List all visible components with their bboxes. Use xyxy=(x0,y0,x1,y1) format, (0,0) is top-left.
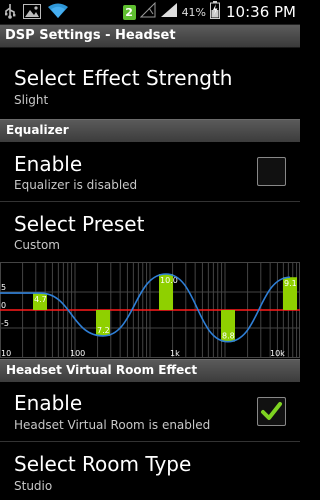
eq-preset-preference[interactable]: Select Preset Custom xyxy=(0,202,300,260)
room-enable-summary: Headset Virtual Room is enabled xyxy=(14,418,211,432)
signal-off-icon xyxy=(139,1,156,22)
eq-preset-title: Select Preset xyxy=(14,212,145,236)
room-enable-title: Enable xyxy=(14,391,83,415)
status-bar: 2 41% 10:36 PM xyxy=(0,0,300,25)
signal-icon xyxy=(160,2,178,22)
usb-icon xyxy=(4,3,16,23)
notification-count-badge: 2 xyxy=(122,4,136,20)
equalizer-svg: 5 0 -5 10 100 1k 10k 4.7 7.2 10.0 8.8 9.1 xyxy=(0,262,300,358)
wifi-icon xyxy=(48,3,68,23)
eq-x-tick: 10k xyxy=(270,349,285,358)
room-section-header: Headset Virtual Room Effect xyxy=(0,359,300,382)
page-title: DSP Settings - Headset xyxy=(5,28,176,43)
room-section-label: Headset Virtual Room Effect xyxy=(6,363,198,377)
equalizer-section-label: Equalizer xyxy=(6,123,69,137)
checkmark-icon xyxy=(261,402,282,420)
effect-strength-title: Select Effect Strength xyxy=(14,66,233,90)
room-type-preference[interactable]: Select Room Type Studio xyxy=(0,442,300,500)
eq-enable-checkbox[interactable] xyxy=(257,157,286,186)
eq-band-label: 8.8 xyxy=(222,332,235,341)
eq-y-tick: 0 xyxy=(1,301,6,310)
battery-percent: 41% xyxy=(181,5,207,19)
eq-x-tick: 1k xyxy=(170,349,180,358)
eq-enable-preference[interactable]: Enable Equalizer is disabled xyxy=(0,142,300,200)
equalizer-section-header: Equalizer xyxy=(0,119,300,142)
room-enable-checkbox[interactable] xyxy=(257,397,286,426)
room-type-title: Select Room Type xyxy=(14,452,192,476)
eq-band-label: 10.0 xyxy=(160,276,178,285)
eq-band-label: 7.2 xyxy=(97,326,110,335)
eq-band-label: 9.1 xyxy=(284,279,297,288)
eq-x-tick: 100 xyxy=(70,349,85,358)
eq-preset-summary: Custom xyxy=(14,238,60,252)
eq-band-label: 4.7 xyxy=(34,295,47,304)
eq-x-tick: 10 xyxy=(1,349,11,358)
room-enable-preference[interactable]: Enable Headset Virtual Room is enabled xyxy=(0,382,300,440)
eq-enable-summary: Equalizer is disabled xyxy=(14,178,138,192)
eq-y-tick: -5 xyxy=(1,319,9,328)
room-type-summary: Studio xyxy=(14,479,53,493)
battery-charging-icon xyxy=(210,1,221,23)
equalizer-graph[interactable]: 5 0 -5 10 100 1k 10k 4.7 7.2 10.0 8.8 9.1 xyxy=(0,262,300,358)
effect-strength-preference[interactable]: Select Effect Strength Slight xyxy=(0,48,300,114)
eq-y-tick: 5 xyxy=(1,283,6,292)
eq-enable-title: Enable xyxy=(14,152,83,176)
image-icon xyxy=(23,3,41,23)
clock: 10:36 PM xyxy=(226,3,296,21)
title-bar: DSP Settings - Headset xyxy=(0,25,300,48)
effect-strength-summary: Slight xyxy=(14,93,49,107)
